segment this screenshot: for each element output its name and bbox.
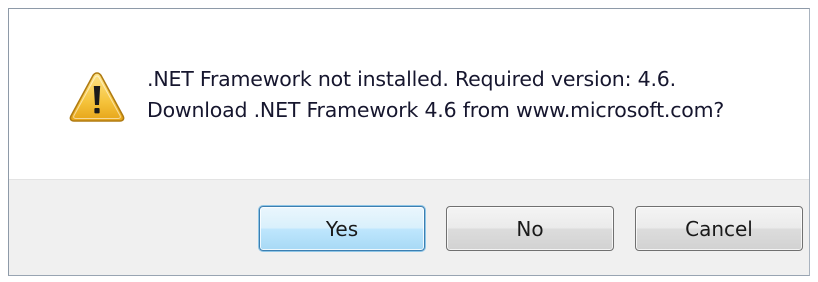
- dialog-button-bar: Yes No Cancel: [9, 179, 809, 275]
- warning-icon: [69, 72, 125, 122]
- message-line-2: Download .NET Framework 4.6 from www.mic…: [147, 98, 725, 122]
- dialog-content: .NET Framework not installed. Required v…: [9, 9, 809, 179]
- dialog-message: .NET Framework not installed. Required v…: [147, 64, 724, 126]
- yes-button[interactable]: Yes: [259, 206, 425, 251]
- cancel-button[interactable]: Cancel: [635, 206, 803, 251]
- message-dialog: .NET Framework not installed. Required v…: [8, 8, 810, 276]
- message-line-1: .NET Framework not installed. Required v…: [147, 67, 676, 91]
- no-button[interactable]: No: [446, 206, 614, 251]
